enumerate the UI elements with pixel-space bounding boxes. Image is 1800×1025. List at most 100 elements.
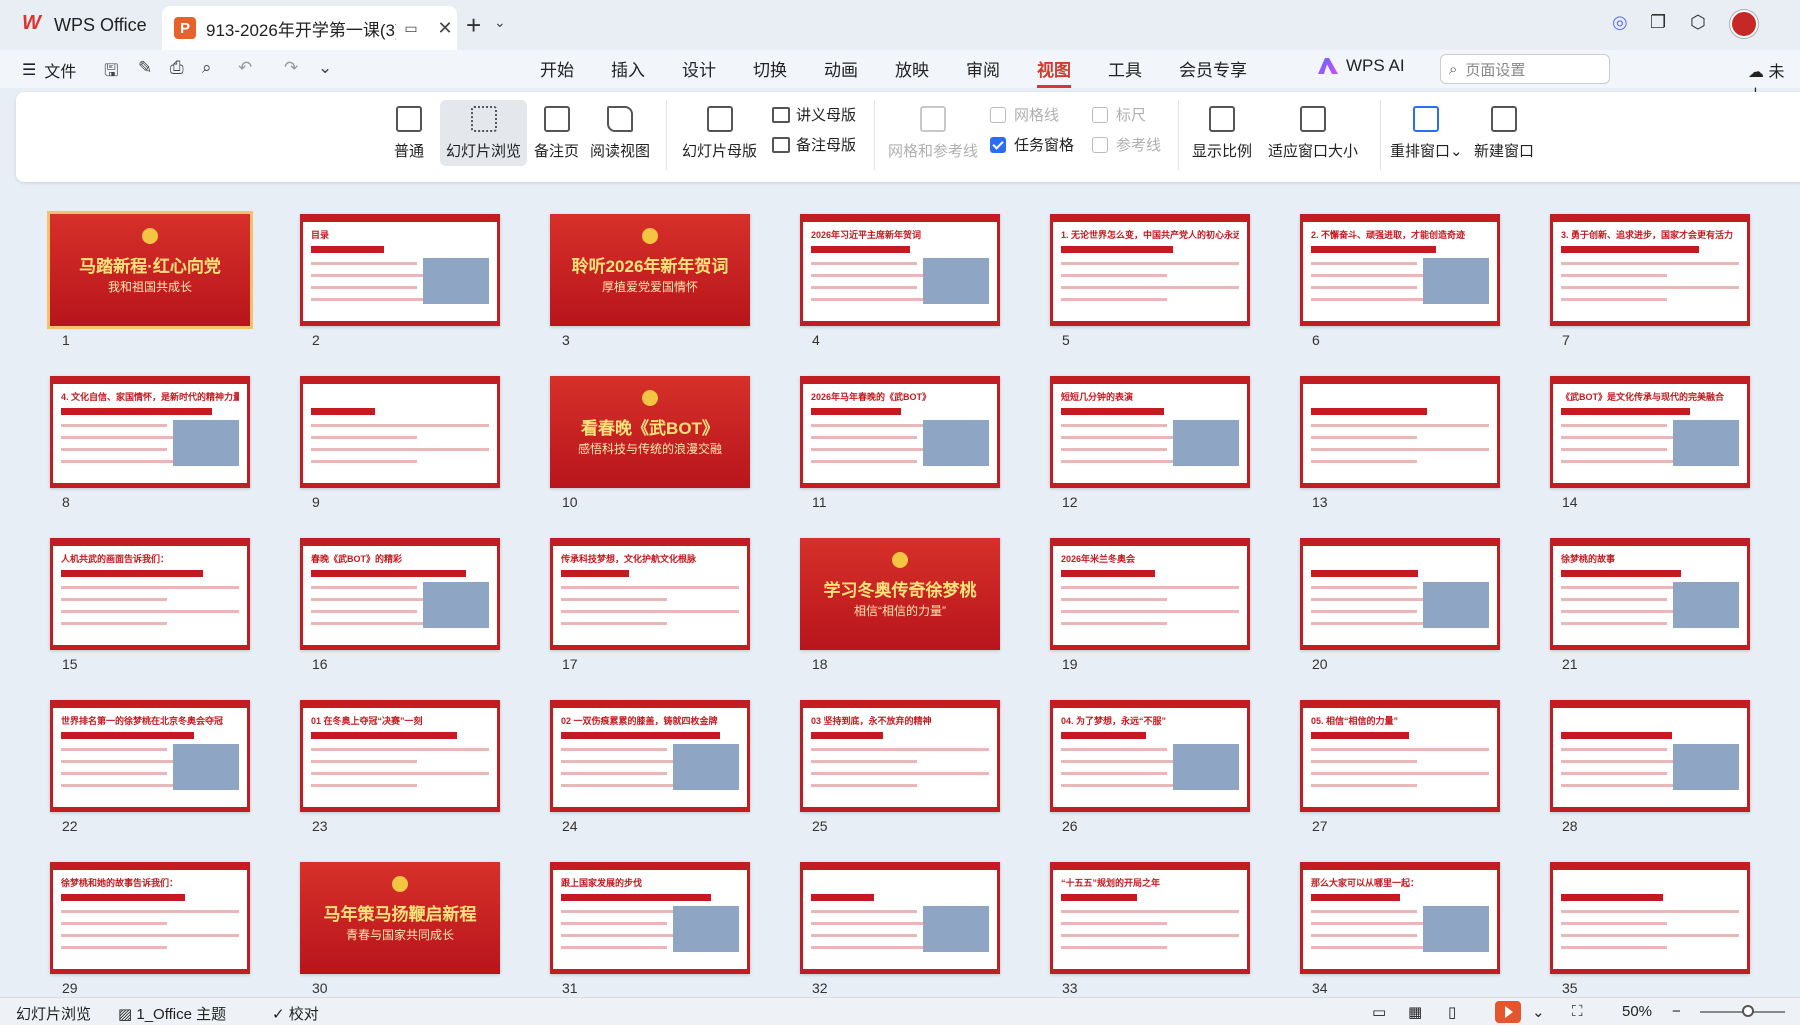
slide-thumbnail[interactable]: 世界排名第一的徐梦桃在北京冬奥会夺冠: [50, 700, 250, 812]
slide-sorter-status-icon[interactable]: ▦: [1408, 1003, 1422, 1021]
fit-slide-icon[interactable]: ⛶: [1572, 1003, 1583, 1020]
slide-thumbnail[interactable]: 那么大家可以从哪里一起：: [1300, 862, 1500, 974]
zoom-level[interactable]: 50%: [1622, 1003, 1652, 1020]
slide-thumbnail[interactable]: 目录: [300, 214, 500, 326]
slide-thumbnail[interactable]: 马年策马扬鞭启新程 青春与国家共同成长: [300, 862, 500, 974]
save-icon[interactable]: 🖫: [104, 58, 118, 87]
slide-thumbnail[interactable]: 4. 文化自信、家国情怀，是新时代的精神力量: [50, 376, 250, 488]
slide-thumbnail[interactable]: 学习冬奥传奇徐梦桃 相信“相信的力量”: [800, 538, 1000, 650]
reading-view-button[interactable]: 阅读视图: [590, 100, 650, 161]
slide-sorter-button[interactable]: 幻灯片浏览: [440, 100, 528, 166]
slide-number: 17: [562, 656, 578, 672]
slide-thumbnail[interactable]: 02 一双伤痕累累的膝盖，铸就四枚金牌: [550, 700, 750, 812]
slide-thumbnail[interactable]: 徐梦桃和她的故事告诉我们：: [50, 862, 250, 974]
slide-thumbnail[interactable]: “十五五”规划的开局之年: [1050, 862, 1250, 974]
print-icon[interactable]: ⎙: [170, 58, 184, 78]
slide-heading: 02 一双伤痕累累的膝盖，铸就四枚金牌: [561, 716, 718, 726]
print-preview-icon[interactable]: ⌕: [202, 58, 212, 78]
tab-transitions[interactable]: 切换: [753, 56, 787, 88]
guides-checkbox[interactable]: 参考线: [1092, 134, 1161, 155]
slide-thumbnail[interactable]: 马踏新程·红心向党 我和祖国共成长: [47, 211, 253, 329]
slide-thumbnail[interactable]: 人机共武的画面告诉我们：: [50, 538, 250, 650]
slide-thumbnail[interactable]: 短短几分钟的表演: [1050, 376, 1250, 488]
slide-master-button[interactable]: 幻灯片母版: [682, 100, 757, 161]
slide-thumbnail[interactable]: 聆听2026年新年贺词 厚植爱党爱国情怀: [550, 214, 750, 326]
tab-slideshow[interactable]: 放映: [895, 56, 929, 88]
grid-guides-button[interactable]: 网格和参考线: [888, 100, 978, 161]
slide-thumbnail[interactable]: 1. 无论世界怎么变，中国共产党人的初心永远不变: [1050, 214, 1250, 326]
slide-thumbnail[interactable]: 04. 为了梦想，永远“不服”: [1050, 700, 1250, 812]
slide-thumbnail[interactable]: 《武BOT》是文化传承与现代的完美融合: [1550, 376, 1750, 488]
search-input[interactable]: ⌕ 页面设置: [1440, 54, 1610, 84]
play-options-chevron-icon[interactable]: ⌄: [1532, 1003, 1545, 1021]
arrange-windows-button[interactable]: 重排窗口⌄: [1390, 100, 1463, 161]
file-menu[interactable]: ☰ 文件: [22, 58, 76, 82]
ruler-checkbox[interactable]: 标尺: [1092, 104, 1146, 125]
normal-view-button[interactable]: 普通: [394, 100, 424, 161]
wps-ai-button[interactable]: WPS AI: [1318, 56, 1405, 76]
play-slideshow-icon[interactable]: [1495, 1001, 1521, 1023]
reading-view-status-icon[interactable]: ▯: [1448, 1003, 1456, 1021]
document-tab[interactable]: P 913-2026年开学第一课(3).p ▭ ✕: [162, 6, 457, 50]
slide-thumbnail[interactable]: 看春晚《武BOT》 感悟科技与传统的浪漫交融: [550, 376, 750, 488]
new-window-button[interactable]: 新建窗口: [1474, 100, 1534, 161]
slide-number: 30: [312, 980, 328, 995]
close-tab-icon[interactable]: ✕: [434, 17, 456, 39]
slide-thumbnail[interactable]: 春晚《武BOT》的精彩: [300, 538, 500, 650]
redo-icon[interactable]: ↷: [284, 58, 298, 78]
slide-number: 10: [562, 494, 578, 510]
proofread-status[interactable]: ✓ 校对: [272, 1003, 319, 1024]
slide-text-line: [1061, 274, 1167, 277]
slide-text-line: [1311, 748, 1489, 751]
slide-thumbnail[interactable]: 01 在冬奥上夺冠“决赛”一刻: [300, 700, 500, 812]
slide-thumbnail[interactable]: 03 坚持到底，永不放弃的精神: [800, 700, 1000, 812]
brush-icon[interactable]: ✎: [138, 58, 152, 78]
tab-animations[interactable]: 动画: [824, 56, 858, 88]
tab-list-chevron-icon[interactable]: ⌄: [494, 14, 506, 31]
slide-thumbnail[interactable]: [800, 862, 1000, 974]
slide-thumbnail[interactable]: 3. 勇于创新、追求进步，国家才会更有活力: [1550, 214, 1750, 326]
cube-icon[interactable]: ⬡: [1690, 12, 1706, 33]
slide-thumbnail[interactable]: [1300, 376, 1500, 488]
gridlines-checkbox[interactable]: 网格线: [990, 104, 1059, 125]
slide-thumbnail[interactable]: [1550, 700, 1750, 812]
tab-view[interactable]: 视图: [1037, 56, 1071, 88]
tab-design[interactable]: 设计: [682, 56, 716, 88]
slide-thumbnail[interactable]: [300, 376, 500, 488]
slide-thumbnail[interactable]: 徐梦桃的故事: [1550, 538, 1750, 650]
slide-thumbnail[interactable]: [1550, 862, 1750, 974]
slide-thumbnail[interactable]: 传承科技梦想，文化护航文化根脉: [550, 538, 750, 650]
notes-page-button[interactable]: 备注页: [534, 100, 579, 161]
slide-thumbnail[interactable]: 2026年习近平主席新年贺词: [800, 214, 1000, 326]
sync-icon[interactable]: ◎: [1612, 12, 1628, 33]
window-mode-icon[interactable]: ▭: [400, 17, 422, 39]
fit-window-button[interactable]: 适应窗口大小: [1268, 100, 1358, 161]
slide-thumbnail[interactable]: 跟上国家发展的步伐: [550, 862, 750, 974]
zoom-out-icon[interactable]: −: [1672, 1003, 1681, 1020]
slide-thumbnail[interactable]: 05. 相信“相信的力量”: [1300, 700, 1500, 812]
tab-member[interactable]: 会员专享: [1179, 56, 1247, 88]
zoom-button[interactable]: 显示比例: [1192, 100, 1252, 161]
notes-master-button[interactable]: 备注母版: [772, 134, 856, 155]
slide-text-line: [561, 772, 667, 775]
slide-thumbnail[interactable]: [1300, 538, 1500, 650]
tab-insert[interactable]: 插入: [611, 56, 645, 88]
slide-thumbnail[interactable]: 2026年米兰冬奥会: [1050, 538, 1250, 650]
handout-master-button[interactable]: 讲义母版: [772, 104, 856, 125]
wps-office-tab[interactable]: WPS Office: [10, 6, 160, 44]
tab-tools[interactable]: 工具: [1108, 56, 1142, 88]
tab-review[interactable]: 审阅: [966, 56, 1000, 88]
user-avatar[interactable]: [1730, 10, 1758, 38]
more-chevron-icon[interactable]: ⌄: [318, 58, 332, 78]
slide-thumbnail[interactable]: 2. 不懈奋斗、顽强进取，才能创造奇迹: [1300, 214, 1500, 326]
theme-status[interactable]: ▨ 1_Office 主题: [118, 1003, 226, 1024]
zoom-slider-handle[interactable]: [1742, 1005, 1754, 1017]
task-pane-checkbox[interactable]: 任务窗格: [990, 134, 1074, 155]
tab-home[interactable]: 开始: [540, 56, 574, 88]
slide-text-line: [561, 586, 739, 589]
undo-icon[interactable]: ↶: [238, 58, 252, 78]
new-tab-icon[interactable]: +: [466, 10, 481, 41]
multi-window-icon[interactable]: ❐: [1650, 12, 1666, 33]
slide-thumbnail[interactable]: 2026年马年春晚的《武BOT》: [800, 376, 1000, 488]
normal-view-status-icon[interactable]: ▭: [1372, 1003, 1386, 1021]
